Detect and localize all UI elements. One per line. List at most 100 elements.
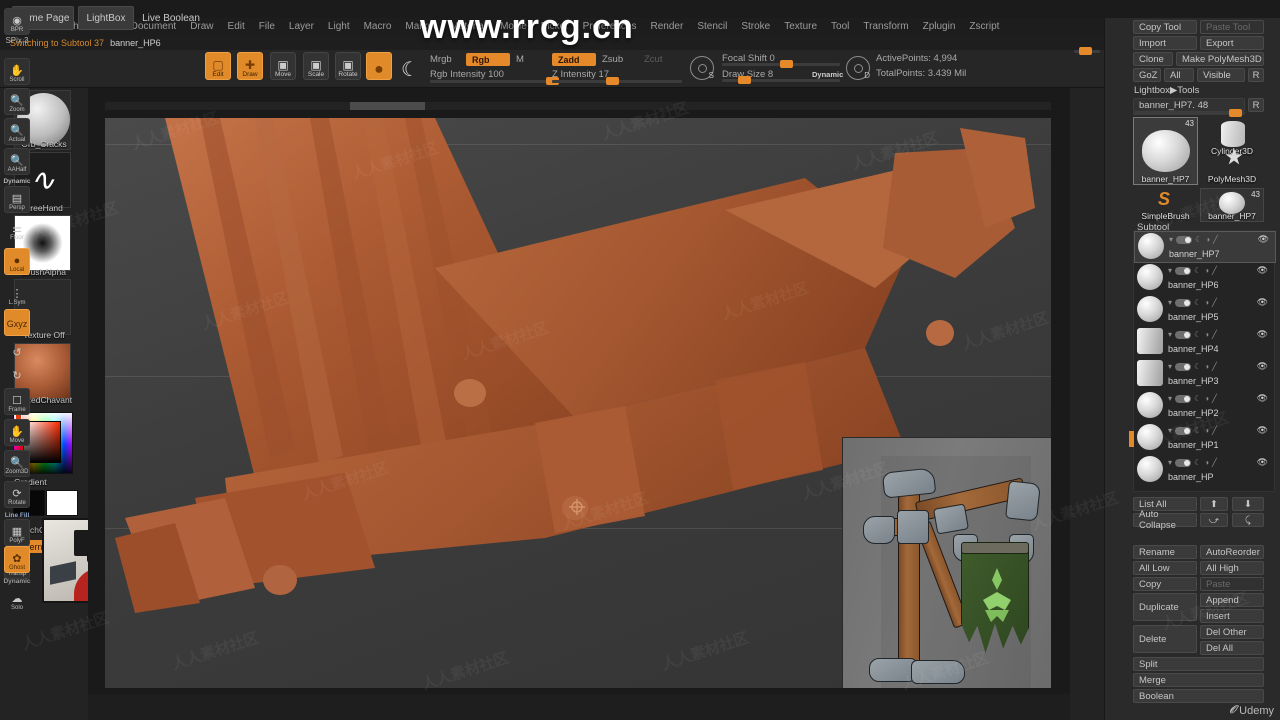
subtool-arrow-icon[interactable]: ▾ — [1168, 330, 1172, 339]
subtool-arrow-icon[interactable]: ▾ — [1168, 266, 1172, 275]
menu-item-layer[interactable]: Layer — [282, 19, 321, 35]
subtool-brush-icon[interactable]: ╱ — [1212, 266, 1217, 275]
rotate-mode-button[interactable]: ▣ Rotate — [335, 52, 361, 80]
subtool-brush-icon[interactable]: ╱ — [1212, 394, 1217, 403]
tool-thumb-banner-hp7-small[interactable]: 43 banner_HP7 — [1200, 188, 1264, 222]
subtool-eye-icon[interactable]: 👁 — [1257, 457, 1268, 468]
goz-all-button[interactable]: All — [1164, 68, 1194, 82]
subtool-move-up-button[interactable]: ⬆ — [1200, 497, 1228, 511]
subtool-visibility-toggle[interactable] — [1175, 362, 1192, 371]
menu-item-movie[interactable]: Movie — [493, 19, 534, 35]
scale-mode-button[interactable]: ▣ Scale — [303, 52, 329, 80]
subtool-indent-right-button[interactable]: ⤻ — [1200, 513, 1228, 527]
zsub-label[interactable]: Zsub — [602, 54, 623, 65]
subtool-visibility-toggle[interactable] — [1175, 266, 1192, 275]
subtool-list[interactable]: ▾ ☾ ◑ ╱ 👁 banner_HP7 ▾ ☾ ◑ ╱ 👁 banner_HP… — [1129, 230, 1276, 492]
tool-scroll-knob[interactable] — [1229, 109, 1242, 117]
zadd-toggle[interactable]: Zadd — [552, 53, 596, 66]
paste-tool-button[interactable]: Paste Tool — [1200, 20, 1264, 34]
subtool-eye-icon[interactable]: 👁 — [1257, 393, 1268, 404]
make-polymesh3d-button[interactable]: Make PolyMesh3D — [1176, 52, 1264, 66]
scroll-button[interactable]: ✋ Scroll — [4, 58, 30, 85]
aahalf-button[interactable]: 🔍 AAHalf — [4, 148, 30, 175]
menu-item-texture[interactable]: Texture — [777, 19, 824, 35]
subtool-brush-icon[interactable]: ╱ — [1212, 362, 1217, 371]
focal-shift-knob[interactable] — [780, 60, 793, 68]
document-viewport[interactable]: music: bensound.com — [105, 118, 1051, 688]
tool-thumb-polymesh3d[interactable]: PolyMesh3D — [1200, 145, 1264, 185]
zoom-button[interactable]: 🔍 Zoom — [4, 88, 30, 115]
auto-collapse-button[interactable]: Auto Collapse — [1133, 509, 1197, 531]
rotate-3d-button[interactable]: ⟳ Rotate — [4, 481, 30, 508]
subtool-visibility-toggle[interactable] — [1176, 235, 1193, 244]
all-high-button[interactable]: All High — [1200, 561, 1264, 575]
subtool-polypaint-icon[interactable]: ◑ — [1204, 362, 1209, 371]
subtool-brush-icon[interactable]: ╱ — [1212, 330, 1217, 339]
subtool-moon-icon[interactable]: ☾ — [1194, 426, 1201, 435]
subtool-brush-icon[interactable]: ╱ — [1213, 235, 1218, 244]
z-intensity-slider[interactable] — [552, 77, 682, 85]
subtool-eye-icon[interactable]: 👁 — [1257, 297, 1268, 308]
menu-item-transform[interactable]: Transform — [856, 19, 915, 35]
menu-item-picker[interactable]: Picker — [534, 19, 576, 35]
lightbox-tools-label[interactable]: Lightbox▶Tools — [1134, 85, 1199, 96]
insert-button[interactable]: Insert — [1200, 609, 1264, 623]
subtool-eye-icon[interactable]: 👁 — [1258, 234, 1269, 245]
subtool-moon-icon[interactable]: ☾ — [1194, 266, 1201, 275]
canvas-area[interactable]: music: bensound.com — [88, 88, 1070, 694]
menu-item-material[interactable]: Material — [444, 19, 494, 35]
edit-mode-button[interactable]: ▢ Edit — [205, 52, 231, 80]
secondary-color-swatch[interactable] — [46, 490, 78, 516]
menu-item-zplugin[interactable]: Zplugin — [916, 19, 963, 35]
merge-button[interactable]: Merge — [1133, 673, 1264, 687]
subtool-moon-icon[interactable]: ☾ — [1194, 298, 1201, 307]
local-symmetry-button[interactable]: ⋮ L.Sym — [4, 281, 30, 308]
gizmo-xyz-button[interactable]: Gxyz — [4, 309, 30, 336]
subtool-moon-icon[interactable]: ☾ — [1195, 235, 1202, 244]
menu-item-marker[interactable]: Marker — [398, 19, 443, 35]
subtool-arrow-icon[interactable]: ▾ — [1168, 362, 1172, 371]
duplicate-button[interactable]: Duplicate — [1133, 593, 1197, 621]
subtool-row-banner-hp7[interactable]: ▾ ☾ ◑ ╱ 👁 banner_HP7 — [1134, 231, 1276, 263]
subtool-arrow-icon[interactable]: ▾ — [1169, 235, 1173, 244]
subtool-moon-icon[interactable]: ☾ — [1194, 394, 1201, 403]
z-intensity-knob[interactable] — [606, 77, 619, 85]
zoom-3d-button[interactable]: 🔍 Zoom3D — [4, 450, 30, 477]
subtool-eye-icon[interactable]: 👁 — [1257, 361, 1268, 372]
subtool-moon-icon[interactable]: ☾ — [1194, 458, 1201, 467]
copy-tool-button[interactable]: Copy Tool — [1133, 20, 1197, 34]
draw-mode-button[interactable]: ✚ Draw — [237, 52, 263, 80]
goz-r-button[interactable]: R — [1248, 68, 1264, 82]
import-button[interactable]: Import — [1133, 36, 1197, 50]
local-transform-button[interactable]: ● Local — [4, 248, 30, 275]
rgb-toggle[interactable]: Rgb — [466, 53, 510, 66]
goz-button[interactable]: GoZ — [1133, 68, 1161, 82]
subtool-row-banner-hp[interactable]: ▾ ☾ ◑ ╱ 👁 banner_HP — [1134, 455, 1276, 487]
subtool-arrow-icon[interactable]: ▾ — [1168, 458, 1172, 467]
tool-thumb-banner-hp7-large[interactable]: 43 banner_HP7 — [1133, 117, 1198, 185]
lightbox-button[interactable]: LightBox — [78, 6, 134, 30]
current-tool-r-button[interactable]: R — [1248, 98, 1264, 112]
delete-button[interactable]: Delete — [1133, 625, 1197, 653]
menu-item-stroke[interactable]: Stroke — [734, 19, 777, 35]
tool-thumb-simplebrush[interactable]: S SimpleBrush — [1133, 188, 1198, 222]
autoreorder-button[interactable]: AutoReorder — [1200, 545, 1264, 559]
floor-button[interactable]: ⚌ Floor — [4, 216, 30, 243]
draw-size-slider[interactable] — [722, 76, 840, 84]
subtool-polypaint-icon[interactable]: ◑ — [1205, 235, 1210, 244]
all-low-button[interactable]: All Low — [1133, 561, 1197, 575]
paste-button[interactable]: Paste — [1200, 577, 1264, 591]
subtool-polypaint-icon[interactable]: ◑ — [1204, 458, 1209, 467]
subtool-eye-icon[interactable]: 👁 — [1257, 329, 1268, 340]
subtool-polypaint-icon[interactable]: ◑ — [1204, 298, 1209, 307]
stroke-dial-button[interactable]: S — [690, 56, 714, 80]
subtool-visibility-toggle[interactable] — [1175, 298, 1192, 307]
subtool-arrow-icon[interactable]: ▾ — [1168, 394, 1172, 403]
subtool-arrow-icon[interactable]: ▾ — [1168, 426, 1172, 435]
ghost-button[interactable]: ✿ Ghost — [4, 546, 30, 573]
material-swatch-button[interactable]: ● — [366, 52, 392, 80]
append-button[interactable]: Append — [1200, 593, 1264, 607]
subtool-row-banner-hp1[interactable]: ▾ ☾ ◑ ╱ 👁 banner_HP1 — [1129, 423, 1276, 455]
focal-shift-slider[interactable] — [722, 60, 840, 68]
canvas-scrollbar-horizontal[interactable] — [105, 102, 1051, 110]
